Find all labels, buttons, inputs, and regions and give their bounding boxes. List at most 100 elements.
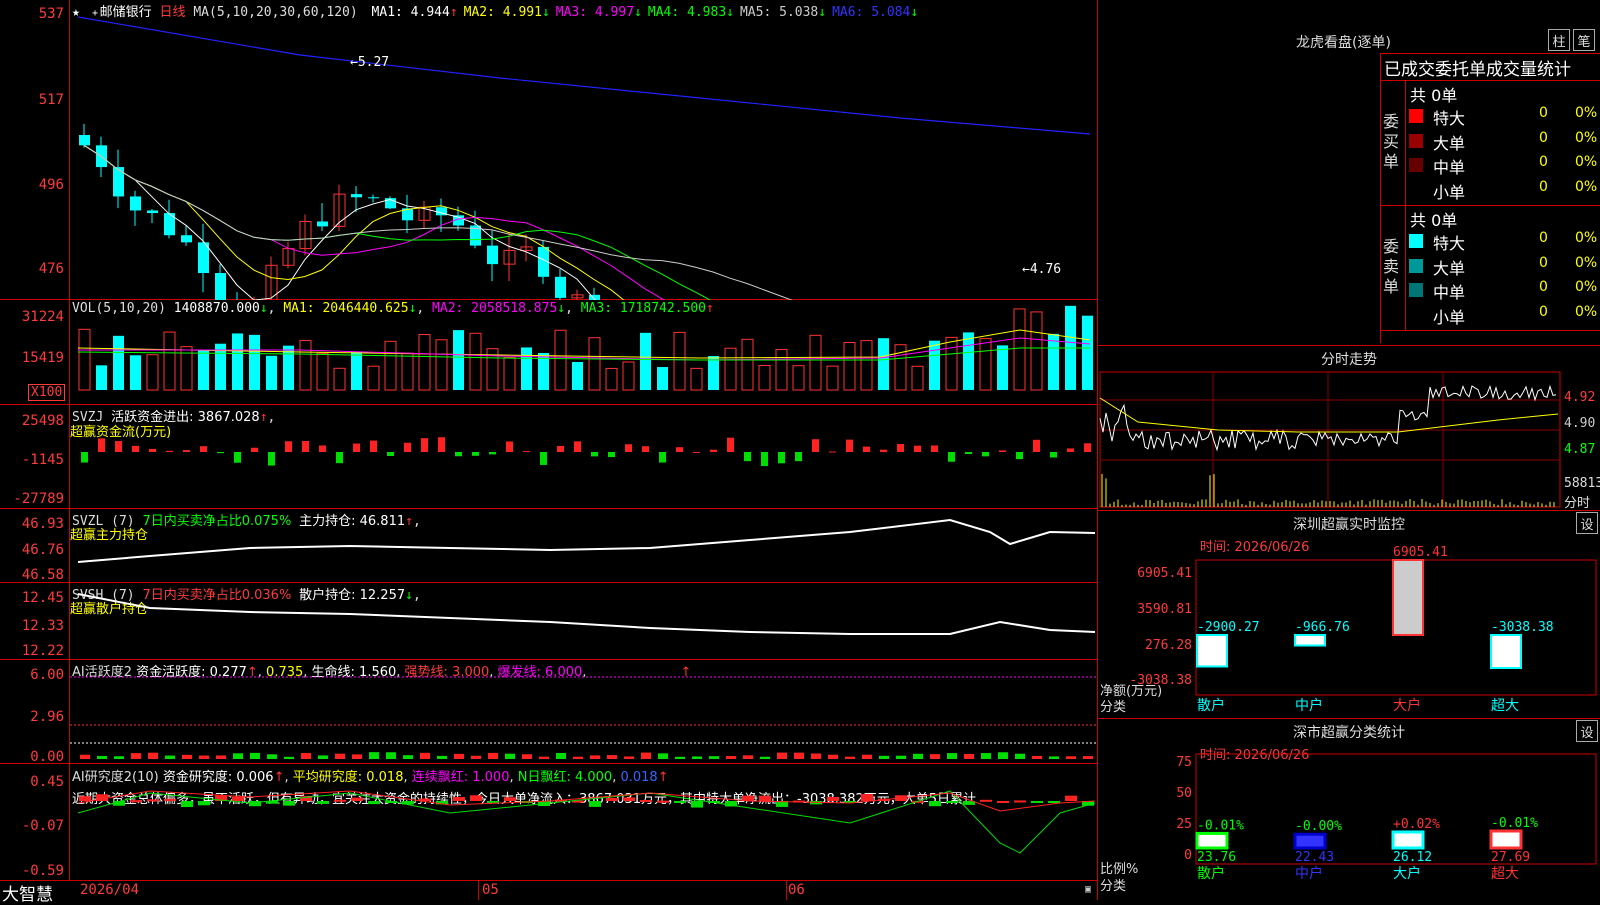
flow-bar <box>370 440 377 452</box>
volume-bar-up <box>809 334 822 391</box>
flow-bar <box>336 452 343 464</box>
ai-research-chart[interactable] <box>0 763 1097 880</box>
intraday-y-tick: 4.92 <box>1564 390 1596 405</box>
flow-bar <box>81 452 88 463</box>
activity-bar <box>658 753 668 759</box>
flow-bar <box>421 438 428 452</box>
volume-chart[interactable] <box>0 300 1097 404</box>
ratio-bar <box>1293 832 1327 850</box>
category-label: 中户 <box>1295 697 1323 714</box>
activity-bar <box>930 754 940 759</box>
order-percent: 0% <box>1575 254 1598 271</box>
ma-line <box>83 144 665 300</box>
flow-bar <box>166 450 173 452</box>
date-divider <box>478 880 479 900</box>
volume-bar-up <box>792 365 805 391</box>
activity-bar <box>811 753 821 759</box>
sz-monitor-settings-button[interactable]: 设 <box>1576 512 1598 534</box>
category-label: 超大 <box>1491 698 1519 714</box>
activity-bar <box>505 753 515 759</box>
activity-bar <box>573 756 583 759</box>
activity-bar <box>624 756 634 759</box>
flow-bar <box>506 441 513 452</box>
research-bar <box>589 801 601 807</box>
net-bar-label: -2900.27 <box>1197 620 1260 635</box>
activity-bar <box>403 755 413 759</box>
activity-bar <box>233 753 243 759</box>
flow-bar <box>353 443 360 452</box>
activity-bar <box>131 753 141 759</box>
net-bar <box>1490 634 1522 669</box>
activity-bar <box>709 756 719 759</box>
svsh-chart[interactable] <box>0 582 1097 659</box>
sz-class-title: 深市超赢分类统计 <box>1293 725 1405 741</box>
volume-bar-up <box>775 348 788 391</box>
volume-bar-down <box>453 330 464 390</box>
svzl-chart[interactable] <box>0 508 1097 582</box>
activity-bar <box>760 756 770 759</box>
ratio-bar <box>1391 830 1425 850</box>
section-divider <box>1098 345 1600 346</box>
order-row: 特大 0 0% <box>1409 230 1599 253</box>
volume-bar-down <box>708 356 719 390</box>
volume-bar-down <box>929 340 940 390</box>
volume-bar-down <box>878 338 889 390</box>
activity-bar <box>845 756 855 759</box>
order-type-label: 特大 <box>1433 109 1466 128</box>
volume-bar-up <box>588 337 601 391</box>
research-bar <box>759 795 771 801</box>
category-label: 中户 <box>1295 865 1323 882</box>
order-row: 小单 0 0% <box>1409 304 1599 327</box>
volume-bar-down <box>1082 315 1093 390</box>
main-chart-area[interactable]: ★ 邮储银行 日线 MA(5,10,20,30,60,120) MA1: 4.9… <box>0 0 1098 905</box>
activity-bar <box>165 755 175 759</box>
order-type-label: 大单 <box>1433 258 1466 278</box>
color-swatch <box>1409 109 1423 123</box>
flow-bar <box>812 439 819 452</box>
order-type-label: 小单 <box>1433 307 1466 327</box>
bar-mode-button[interactable]: 柱 <box>1548 29 1570 51</box>
color-swatch <box>1409 307 1423 322</box>
intraday-chart[interactable] <box>1098 370 1600 510</box>
activity-bar <box>182 754 192 759</box>
flow-bar <box>1084 443 1091 452</box>
volume-bar-down <box>521 347 532 390</box>
table-divider <box>1380 330 1600 331</box>
sz-class-settings-button[interactable]: 设 <box>1576 720 1598 742</box>
flow-bar <box>1050 452 1057 458</box>
ai-active-chart[interactable] <box>0 659 1097 763</box>
flow-bar <box>319 445 326 452</box>
order-percent: 0% <box>1575 154 1598 170</box>
flow-bar <box>523 451 530 453</box>
sz-class-chart[interactable]: -0.01% 23.76散户 -0.00% 22.43中户 +0.02% 26.12大户 -… <box>1098 748 1600 900</box>
volume-bar-up <box>1030 311 1043 391</box>
table-divider <box>1405 80 1406 330</box>
category-label: 散户 <box>1197 865 1225 882</box>
tick-mode-button[interactable]: 笔 <box>1573 29 1595 51</box>
activity-bar <box>539 756 549 759</box>
research-bar <box>504 797 516 801</box>
activity-bar <box>964 754 974 759</box>
lock-icon[interactable]: ▣ <box>1085 884 1091 895</box>
volume-bar-down <box>249 334 260 390</box>
flow-bar <box>183 450 190 452</box>
candle-down <box>181 235 192 243</box>
research-bar <box>368 801 380 805</box>
order-row: 中单 0 0% <box>1409 279 1599 302</box>
order-count: 0 <box>1539 129 1548 146</box>
order-percent: 0% <box>1575 230 1598 246</box>
flow-bar <box>914 445 921 452</box>
activity-bar <box>794 752 804 759</box>
svzj-chart[interactable] <box>0 404 1097 508</box>
research-bar <box>691 801 703 808</box>
research-bar <box>929 801 941 807</box>
activity-bar <box>947 753 957 759</box>
holding-line <box>77 518 1096 563</box>
price-chart[interactable]: + <box>0 0 1097 300</box>
intraday-y-tick: 4.90 <box>1564 416 1596 431</box>
activity-bar <box>80 754 90 759</box>
research-bar <box>861 794 873 801</box>
brand-logo[interactable]: 大智慧 <box>2 880 53 905</box>
sz-monitor-chart[interactable]: -2900.27 散户 -966.76 中户 6905.41 大户 -3038.38 超大 <box>1098 540 1600 715</box>
candle-down <box>555 276 566 298</box>
